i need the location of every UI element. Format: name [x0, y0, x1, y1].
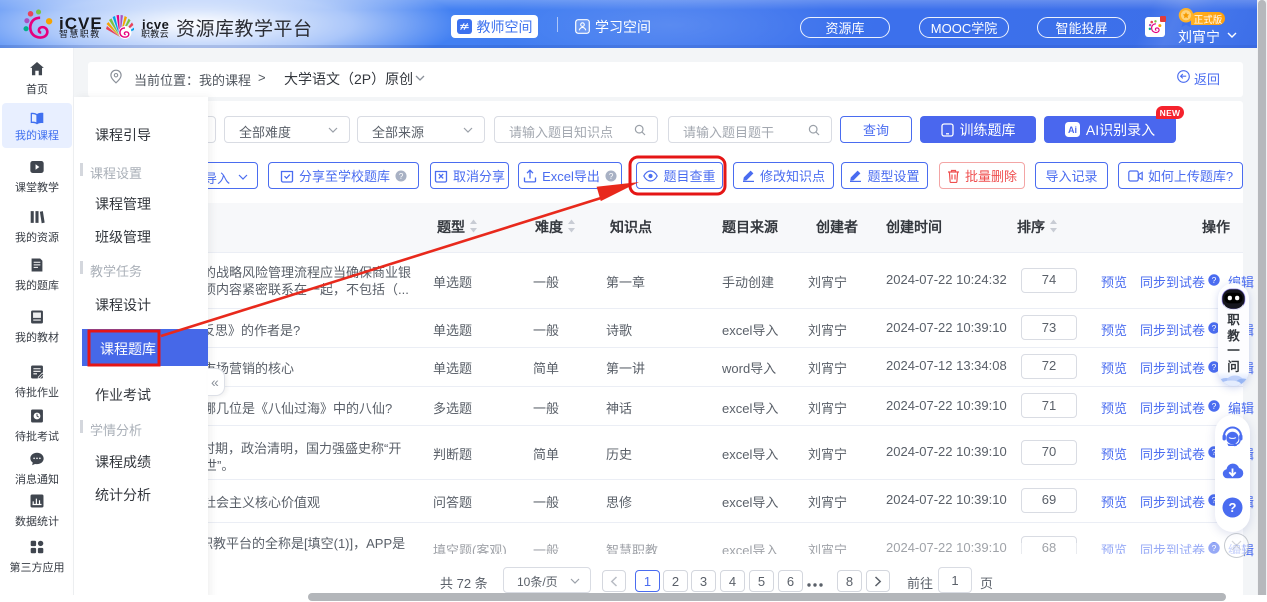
svg-text:?: ? — [1212, 362, 1217, 372]
svg-text:?: ? — [1229, 500, 1237, 515]
svg-text:?: ? — [1212, 401, 1217, 411]
svg-text:Ai: Ai — [1068, 125, 1077, 135]
svg-text:?: ? — [1212, 275, 1217, 285]
svg-text:?: ? — [1212, 323, 1217, 333]
svg-text:?: ? — [609, 170, 614, 180]
svg-text:?: ? — [399, 170, 404, 180]
